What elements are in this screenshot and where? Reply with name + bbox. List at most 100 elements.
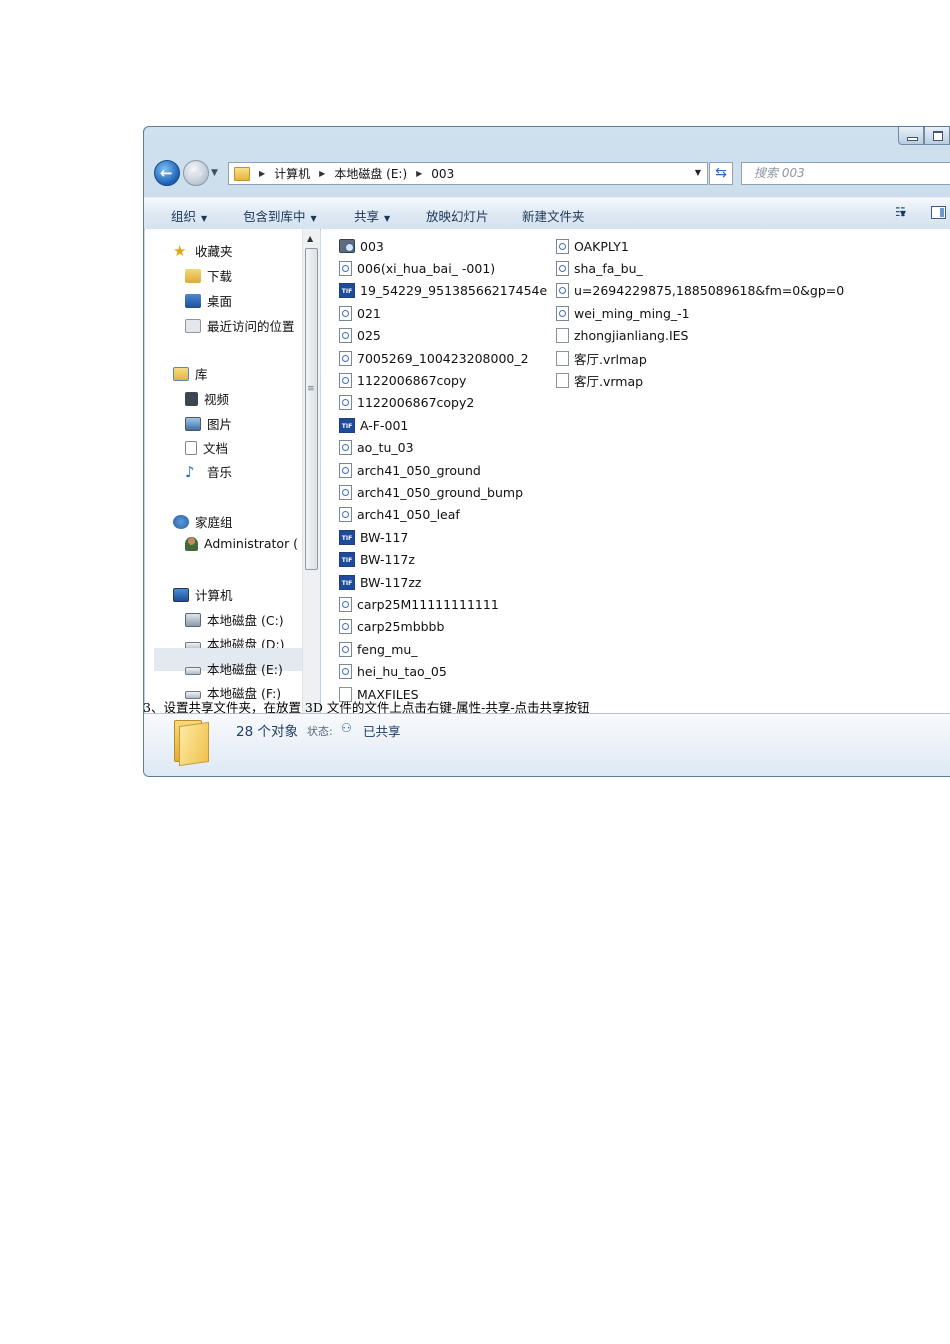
page-icon bbox=[339, 596, 352, 612]
file-item[interactable]: carp25mbbbb bbox=[339, 617, 444, 637]
include-library-label: 包含到库中 bbox=[243, 209, 306, 224]
page-icon bbox=[339, 328, 352, 344]
file-item[interactable]: 021 bbox=[339, 303, 381, 323]
breadcrumb-separator-icon[interactable]: ▶ bbox=[416, 169, 422, 178]
forward-button[interactable]: → bbox=[183, 160, 209, 186]
breadcrumb-computer[interactable]: 计算机 bbox=[274, 165, 310, 182]
file-item[interactable]: feng_mu_ bbox=[339, 639, 418, 659]
file-item[interactable]: arch41_050_ground_bump bbox=[339, 482, 523, 502]
file-item[interactable]: 客厅.vrlmap bbox=[556, 348, 647, 368]
breadcrumb-drive-e[interactable]: 本地磁盘 (E:) bbox=[334, 165, 407, 182]
file-item[interactable]: carp25M11111111111 bbox=[339, 594, 499, 614]
file-item[interactable]: TIF 19_54229_95138566217454e bbox=[339, 281, 547, 301]
nav-drive-e[interactable]: 本地磁盘 (E:) bbox=[185, 659, 283, 678]
breadcrumb-separator-icon[interactable]: ▶ bbox=[259, 169, 265, 178]
recent-pages-dropdown[interactable]: ▼ bbox=[211, 168, 218, 178]
nav-videos-label: 视频 bbox=[204, 392, 230, 407]
file-item[interactable]: ao_tu_03 bbox=[339, 438, 414, 458]
search-input[interactable]: 搜索 003 bbox=[741, 162, 950, 185]
grip-icon: ≡ bbox=[307, 384, 315, 394]
chevron-down-icon[interactable]: ▼ bbox=[900, 209, 906, 218]
navigation-scrollbar[interactable]: ▲ ≡ bbox=[302, 229, 320, 713]
tif-icon: TIF bbox=[339, 574, 355, 590]
nav-homegroup[interactable]: 家庭组 bbox=[173, 512, 233, 531]
nav-homegroup-label: 家庭组 bbox=[195, 515, 233, 530]
nav-documents-label: 文档 bbox=[203, 441, 229, 456]
file-item[interactable]: hei_hu_tao_05 bbox=[339, 662, 447, 682]
nav-administrator[interactable]: Administrator ( bbox=[185, 536, 298, 551]
breadcrumb-folder[interactable]: 003 bbox=[431, 167, 454, 181]
folder-icon bbox=[234, 166, 250, 181]
nav-drive-c[interactable]: 本地磁盘 (C:) bbox=[185, 610, 284, 629]
file-item[interactable]: wei_ming_ming_-1 bbox=[556, 303, 690, 323]
nav-computer[interactable]: 计算机 bbox=[173, 585, 233, 604]
breadcrumb-separator-icon[interactable]: ▶ bbox=[319, 169, 325, 178]
page-icon bbox=[556, 305, 569, 321]
file-item[interactable]: OAKPLY1 bbox=[556, 236, 629, 256]
minimize-button[interactable] bbox=[898, 127, 924, 145]
nav-favorites[interactable]: ★ 收藏夹 bbox=[173, 241, 233, 260]
refresh-button[interactable]: ⇆ bbox=[709, 162, 733, 185]
nav-desktop[interactable]: 桌面 bbox=[185, 291, 232, 310]
share-button[interactable]: 共享 ▼ bbox=[354, 206, 390, 225]
slideshow-button[interactable]: 放映幻灯片 bbox=[426, 206, 489, 225]
file-item[interactable]: u=2694229875,1885089618&fm=0&gp=0 bbox=[556, 281, 844, 301]
file-item[interactable]: TIF A-F-001 bbox=[339, 415, 408, 435]
file-item[interactable]: 7005269_100423208000_2 bbox=[339, 348, 529, 368]
command-bar: 组织 ▼ 包含到库中 ▼ 共享 ▼ 放映幻灯片 新建文件夹 ☷ ▼ bbox=[144, 197, 950, 230]
file-item[interactable]: TIF BW-117zz bbox=[339, 572, 421, 592]
page-icon bbox=[339, 619, 352, 635]
file-item[interactable]: arch41_050_leaf bbox=[339, 505, 460, 525]
document-icon bbox=[185, 440, 197, 455]
preview-pane-icon[interactable] bbox=[931, 206, 946, 219]
page-icon bbox=[556, 238, 569, 254]
nav-drive-c-label: 本地磁盘 (C:) bbox=[207, 613, 284, 628]
file-item[interactable]: 025 bbox=[339, 326, 381, 346]
scrollbar-thumb[interactable] bbox=[305, 248, 318, 570]
file-item[interactable]: 1122006867copy2 bbox=[339, 393, 474, 413]
file-item[interactable]: 1122006867copy bbox=[339, 370, 466, 390]
include-in-library-button[interactable]: 包含到库中 ▼ bbox=[243, 206, 317, 225]
file-item[interactable]: TIF BW-117 bbox=[339, 527, 408, 547]
nav-desktop-label: 桌面 bbox=[207, 294, 233, 309]
minimize-icon bbox=[907, 137, 918, 141]
file-name: 025 bbox=[357, 328, 381, 344]
file-item[interactable]: sha_fa_bu_ bbox=[556, 258, 643, 278]
back-button[interactable]: ← bbox=[154, 160, 180, 186]
page-icon bbox=[556, 283, 569, 299]
organize-button[interactable]: 组织 ▼ bbox=[171, 206, 207, 225]
nav-libraries[interactable]: 库 bbox=[173, 364, 208, 383]
window-controls bbox=[898, 127, 950, 145]
nav-recent-places[interactable]: 最近访问的位置 bbox=[185, 316, 295, 335]
file-item[interactable]: zhongjianliang.IES bbox=[556, 326, 688, 346]
tif-icon: TIF bbox=[339, 417, 355, 433]
system-drive-icon bbox=[185, 612, 201, 627]
blank-icon bbox=[556, 328, 569, 344]
nav-downloads[interactable]: 下载 bbox=[185, 266, 232, 285]
maximize-button[interactable] bbox=[924, 127, 950, 145]
page-icon bbox=[339, 395, 352, 411]
recent-places-icon bbox=[185, 318, 201, 333]
address-bar[interactable]: ▶ 计算机 ▶ 本地磁盘 (E:) ▶ 003 ▼ bbox=[228, 162, 708, 185]
file-name: BW-117zz bbox=[360, 574, 422, 590]
file-item[interactable]: 006(xi_hua_bai_ -001) bbox=[339, 258, 495, 278]
address-dropdown-icon[interactable]: ▼ bbox=[695, 168, 701, 177]
file-name: u=2694229875,1885089618&fm=0&gp=0 bbox=[574, 283, 845, 299]
nav-videos[interactable]: 视频 bbox=[185, 389, 229, 408]
star-icon: ★ bbox=[173, 241, 187, 260]
file-name: OAKPLY1 bbox=[574, 238, 629, 254]
file-item[interactable]: 客厅.vrmap bbox=[556, 370, 643, 390]
nav-music[interactable]: ♪ 音乐 bbox=[185, 462, 232, 481]
file-name: 客厅.vrlmap bbox=[574, 351, 647, 367]
chevron-down-icon: ▼ bbox=[201, 214, 208, 223]
video-icon bbox=[185, 391, 198, 406]
file-item[interactable]: 003 bbox=[339, 236, 384, 256]
nav-pictures[interactable]: 图片 bbox=[185, 414, 232, 433]
address-row: ← → ▼ ▶ 计算机 ▶ 本地磁盘 (E:) ▶ 003 ▼ ⇆ 搜索 003 bbox=[152, 159, 950, 189]
new-folder-button[interactable]: 新建文件夹 bbox=[522, 206, 585, 225]
file-item[interactable]: arch41_050_ground bbox=[339, 460, 481, 480]
file-item[interactable]: TIF BW-117z bbox=[339, 550, 415, 570]
nav-documents[interactable]: 文档 bbox=[185, 438, 228, 457]
file-name: wei_ming_ming_-1 bbox=[574, 305, 690, 321]
scroll-up-icon[interactable]: ▲ bbox=[307, 234, 313, 243]
